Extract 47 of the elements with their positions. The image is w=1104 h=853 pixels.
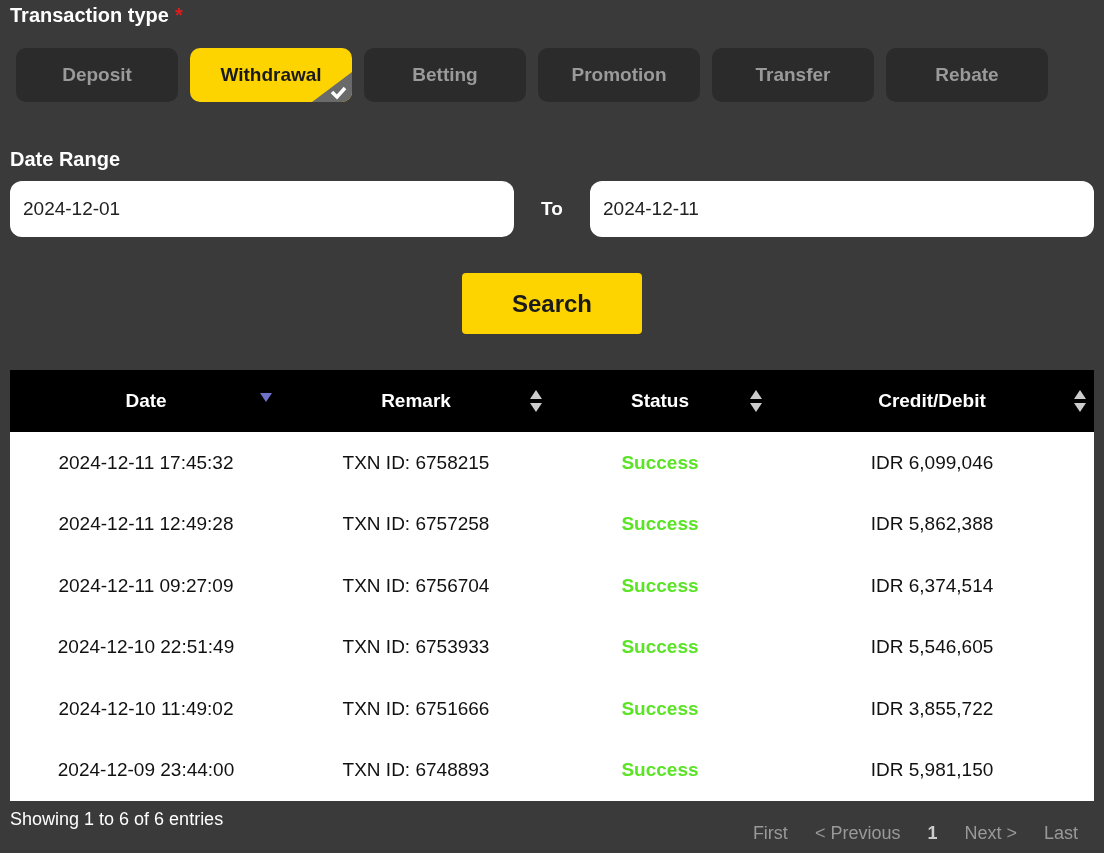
transaction-type-tab[interactable]: Withdrawal [190, 48, 352, 102]
table-cell: IDR 3,855,722 [770, 678, 1094, 740]
pagination-link[interactable]: Last [1043, 823, 1078, 844]
transaction-type-tab[interactable]: Promotion [538, 48, 700, 102]
table-cell: TXN ID: 6758215 [282, 432, 550, 494]
pagination-link[interactable]: < Previous [814, 823, 901, 844]
table-cell: IDR 5,546,605 [770, 616, 1094, 678]
transaction-type-tab[interactable]: Transfer [712, 48, 874, 102]
table-cell: 2024-12-11 17:45:32 [10, 432, 282, 494]
status-cell: Success [550, 678, 770, 740]
table-cell: IDR 5,981,150 [770, 739, 1094, 801]
search-button[interactable]: Search [462, 273, 642, 334]
table-cell: 2024-12-10 11:49:02 [10, 678, 282, 740]
column-header[interactable]: Date [10, 370, 282, 432]
column-header[interactable]: Status [550, 370, 770, 432]
table-cell: IDR 5,862,388 [770, 493, 1094, 555]
table-cell: 2024-12-11 09:27:09 [10, 555, 282, 617]
transaction-type-tab[interactable]: Rebate [886, 48, 1048, 102]
section-label: Date Range [10, 148, 122, 171]
transaction-type-tab[interactable]: Betting [364, 48, 526, 102]
table-cell: 2024-12-10 22:51:49 [10, 616, 282, 678]
pagination-link[interactable]: First [752, 823, 788, 844]
status-cell: Success [550, 555, 770, 617]
status-cell: Success [550, 493, 770, 555]
start-date-field[interactable]: 2024-12-01 [10, 181, 514, 237]
pagination-link[interactable]: 1 [927, 823, 938, 844]
column-header[interactable]: Remark [282, 370, 550, 432]
table-cell: TXN ID: 6753933 [282, 616, 550, 678]
table-cell: 2024-12-09 23:44:00 [10, 739, 282, 801]
pagination-link[interactable]: Next > [964, 823, 1017, 844]
table-cell: TXN ID: 6756704 [282, 555, 550, 617]
table-cell: TXN ID: 6751666 [282, 678, 550, 740]
status-cell: Success [550, 739, 770, 801]
required-mark: * [174, 4, 183, 27]
table-cell: IDR 6,374,514 [770, 555, 1094, 617]
section-label: Transaction type [10, 4, 169, 27]
to-label: To [540, 198, 564, 220]
status-cell: Success [550, 616, 770, 678]
column-header[interactable]: Credit/Debit [770, 370, 1094, 432]
table-cell: 2024-12-11 12:49:28 [10, 493, 282, 555]
table-cell: IDR 6,099,046 [770, 432, 1094, 494]
end-date-field[interactable]: 2024-12-11 [590, 181, 1094, 237]
entries-info: Showing 1 to 6 of 6 entries [10, 809, 224, 830]
table-cell: TXN ID: 6757258 [282, 493, 550, 555]
table-cell: TXN ID: 6748893 [282, 739, 550, 801]
status-cell: Success [550, 432, 770, 494]
transaction-type-tab[interactable]: Deposit [16, 48, 178, 102]
